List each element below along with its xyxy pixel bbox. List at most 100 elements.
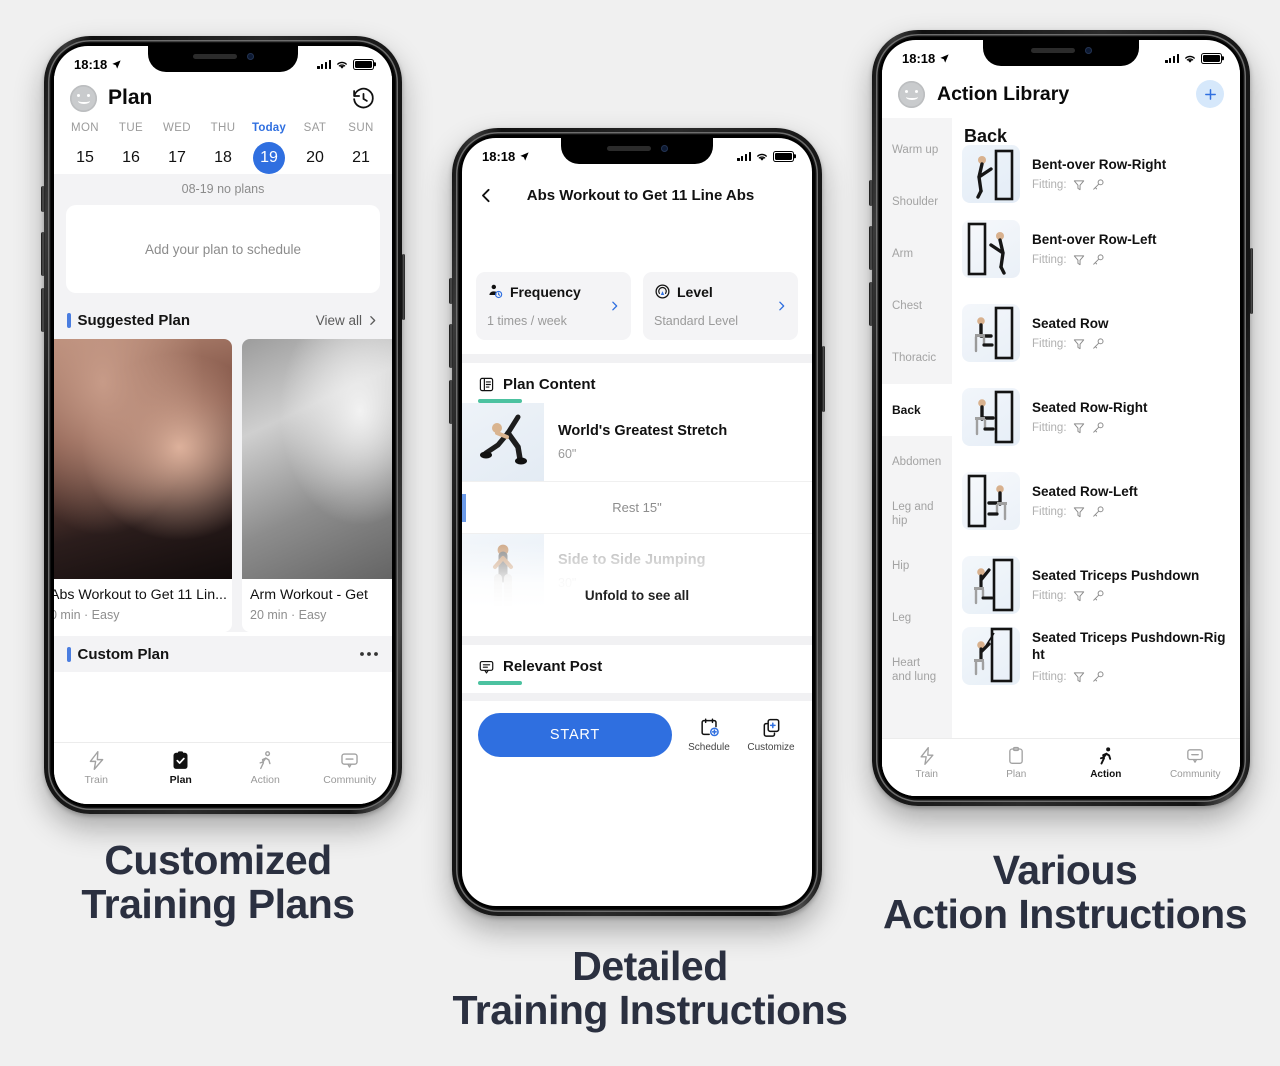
calendar-day[interactable]: THU 18 <box>200 122 246 174</box>
add-action-button[interactable] <box>1196 80 1224 108</box>
tab-plan[interactable]: Plan <box>139 750 224 786</box>
tab-train[interactable]: Train <box>882 746 972 780</box>
funnel-icon[interactable] <box>1072 421 1086 435</box>
tab-action[interactable]: Action <box>1061 746 1151 780</box>
exercise-row[interactable]: Seated Triceps Pushdown-Right Fitting: <box>952 627 1240 711</box>
avatar-icon[interactable] <box>898 80 925 108</box>
history-clock-icon[interactable] <box>351 86 376 111</box>
frequency-card[interactable]: Frequency 1 times / week <box>476 272 631 340</box>
plan-item-row-faded[interactable]: Side to Side Jumping 30" Unfold to see a… <box>462 534 812 636</box>
volume-down-button[interactable] <box>869 282 873 326</box>
view-all-label[interactable]: View all <box>316 313 362 328</box>
exercise-row[interactable]: Seated Row-Right Fitting: <box>952 375 1240 459</box>
calendar-day-today[interactable]: Today 19 <box>246 122 292 174</box>
sidebar-item-shoulder[interactable]: Shoulder <box>882 176 952 228</box>
more-dots-icon[interactable] <box>359 651 379 657</box>
chevron-right-icon[interactable] <box>366 314 379 327</box>
funnel-icon[interactable] <box>1072 178 1086 192</box>
avatar-icon[interactable] <box>70 84 97 112</box>
unfold-button[interactable]: Unfold to see all <box>462 588 812 603</box>
funnel-icon[interactable] <box>1072 253 1086 267</box>
power-button[interactable] <box>1249 248 1253 314</box>
exercise-row[interactable]: Seated Row-Left Fitting: <box>952 459 1240 543</box>
key-icon[interactable] <box>1091 253 1105 267</box>
sidebar-item-abdomen[interactable]: Abdomen <box>882 436 952 488</box>
exercise-row[interactable]: Bent-over Row-Left Fitting: <box>952 207 1240 291</box>
phone-detail: 18:18 Abs Workout to Get 11 Line Abs Fre… <box>449 128 825 916</box>
day-number: 20 <box>306 149 324 166</box>
sidebar-item-back[interactable]: Back <box>882 384 952 436</box>
tab-train[interactable]: Train <box>54 750 139 786</box>
customize-button[interactable]: Customize <box>746 717 796 753</box>
level-card[interactable]: Level Standard Level <box>643 272 798 340</box>
exercise-row[interactable]: Seated Triceps Pushdown Fitting: <box>952 543 1240 627</box>
key-icon[interactable] <box>1091 178 1105 192</box>
sidebar-item-hip[interactable]: Hip <box>882 540 952 592</box>
calendar-plus-icon <box>700 718 719 737</box>
suggested-plan-carousel[interactable]: Abs Workout to Get 11 Lin... 0 min · Eas… <box>54 337 392 632</box>
mute-switch[interactable] <box>449 278 453 304</box>
bottom-tab-bar[interactable]: Train Plan Action Community <box>54 742 392 804</box>
plan-card-image <box>54 339 232 579</box>
schedule-button[interactable]: Schedule <box>686 717 732 753</box>
sidebar-item-leg[interactable]: Leg <box>882 592 952 644</box>
add-plan-card[interactable]: Add your plan to schedule <box>66 205 380 293</box>
key-icon[interactable] <box>1091 421 1105 435</box>
calendar-day[interactable]: SAT 20 <box>292 122 338 174</box>
tab-action[interactable]: Action <box>223 750 308 786</box>
day-number: 21 <box>352 149 370 166</box>
mute-switch[interactable] <box>869 180 873 206</box>
calendar-day[interactable]: TUE 16 <box>108 122 154 174</box>
volume-down-button[interactable] <box>41 288 45 332</box>
exercise-row[interactable]: Bent-over Row-Right Fitting: <box>952 141 1240 207</box>
power-button[interactable] <box>821 346 825 412</box>
phone-screen: 18:18 Abs Workout to Get 11 Line Abs Fre… <box>462 138 812 906</box>
calendar-day[interactable]: SUN 21 <box>338 122 384 174</box>
volume-up-button[interactable] <box>41 232 45 276</box>
chevron-right-icon[interactable] <box>775 300 788 313</box>
calendar-day[interactable]: MON 15 <box>62 122 108 174</box>
exercise-list[interactable]: Back Bent-over Row-Right Fitting: Bent-o… <box>952 118 1240 796</box>
category-sidebar[interactable]: Warm up Shoulder Arm Chest Thoracic Back… <box>882 118 952 796</box>
bottom-tab-bar[interactable]: Train Plan Action Community <box>882 738 1240 796</box>
key-icon[interactable] <box>1091 589 1105 603</box>
plan-card[interactable]: Abs Workout to Get 11 Lin... 0 min · Eas… <box>54 339 232 632</box>
sidebar-item-leg-and-hip[interactable]: Leg and hip <box>882 488 952 540</box>
battery-icon <box>353 58 374 70</box>
week-strip[interactable]: MON 15 TUE 16 WED 17 THU 18 Today 19 SAT… <box>54 120 392 174</box>
start-button[interactable]: START <box>478 713 672 757</box>
tab-plan[interactable]: Plan <box>972 746 1062 780</box>
funnel-icon[interactable] <box>1072 670 1086 684</box>
chevron-right-icon[interactable] <box>608 300 621 313</box>
location-arrow-icon <box>520 151 529 161</box>
fitting-label: Fitting: <box>1032 589 1067 602</box>
plan-card[interactable]: Arm Workout - Get 20 min · Easy <box>242 339 392 632</box>
mute-switch[interactable] <box>41 186 45 212</box>
sidebar-item-heart-and-lung[interactable]: Heart and lung <box>882 644 952 696</box>
tab-community[interactable]: Community <box>308 750 393 786</box>
funnel-icon[interactable] <box>1072 589 1086 603</box>
key-icon[interactable] <box>1091 670 1105 684</box>
cellular-signal-icon <box>737 151 751 161</box>
exercise-thumbnail <box>962 556 1020 614</box>
add-plan-label: Add your plan to schedule <box>144 241 302 257</box>
cellular-signal-icon <box>317 59 331 69</box>
power-button[interactable] <box>401 254 405 320</box>
funnel-icon[interactable] <box>1072 505 1086 519</box>
phone-library: 18:18 Action Library Warm up Shoulder Ar… <box>869 30 1253 806</box>
tab-community[interactable]: Community <box>1151 746 1241 780</box>
calendar-day[interactable]: WED 17 <box>154 122 200 174</box>
volume-up-button[interactable] <box>449 324 453 368</box>
sidebar-item-chest[interactable]: Chest <box>882 280 952 332</box>
volume-down-button[interactable] <box>449 380 453 424</box>
sidebar-item-thoracic[interactable]: Thoracic <box>882 332 952 384</box>
sidebar-item-arm[interactable]: Arm <box>882 228 952 280</box>
volume-up-button[interactable] <box>869 226 873 270</box>
key-icon[interactable] <box>1091 505 1105 519</box>
funnel-icon[interactable] <box>1072 337 1086 351</box>
exercise-row[interactable]: Seated Row Fitting: <box>952 291 1240 375</box>
exercise-name: Seated Row-Right <box>1032 399 1148 415</box>
plan-item-row[interactable]: World's Greatest Stretch 60" <box>462 403 812 482</box>
key-icon[interactable] <box>1091 337 1105 351</box>
sidebar-item-warm-up[interactable]: Warm up <box>882 124 952 176</box>
